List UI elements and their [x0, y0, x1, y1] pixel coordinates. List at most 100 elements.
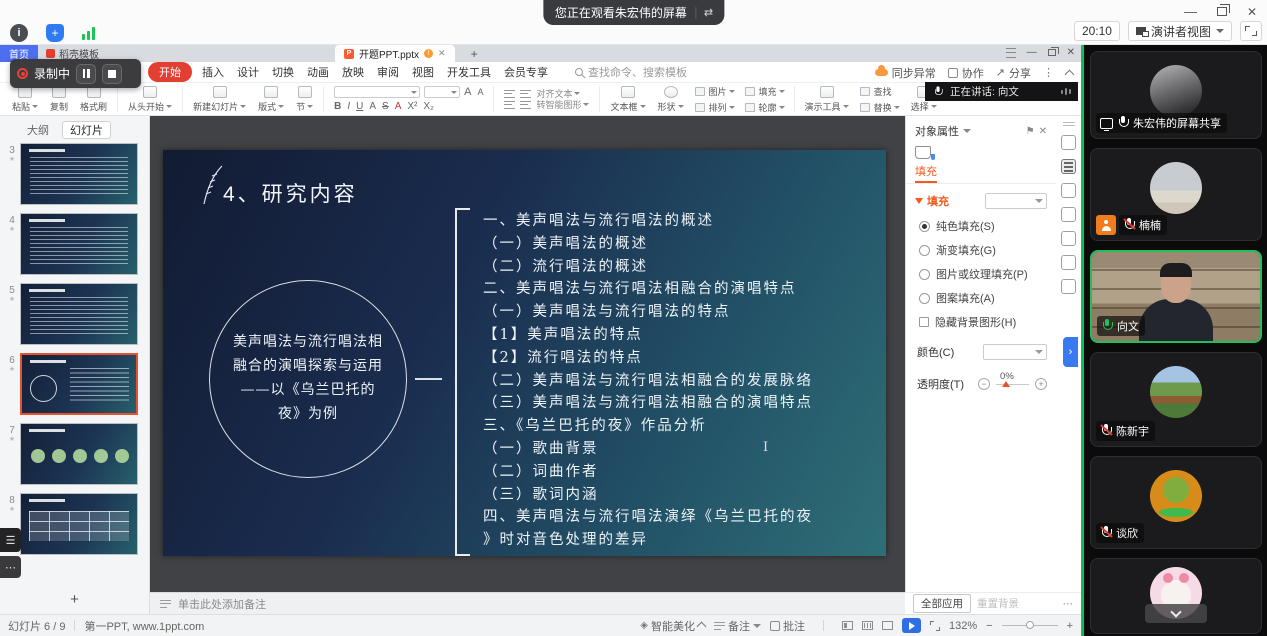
- slide-thumbnail-6-selected[interactable]: [20, 353, 138, 415]
- increase-font-icon[interactable]: A: [464, 86, 471, 98]
- find-button[interactable]: 查找: [860, 85, 900, 98]
- slide-circle-text[interactable]: 美声唱法与流行唱法相融合的演唱探索与运用——以《乌兰巴托的夜》为例: [209, 280, 407, 478]
- view-mode-dropdown[interactable]: 演讲者视图: [1128, 21, 1232, 41]
- hide-background-checkbox[interactable]: 隐藏背景图形(H): [919, 314, 1047, 330]
- ribbon-tab-animation[interactable]: 动画: [307, 64, 329, 80]
- zoom-knob[interactable]: [1026, 621, 1034, 629]
- strikethrough-button[interactable]: S: [382, 101, 389, 112]
- zoom-level[interactable]: 132%: [949, 620, 977, 632]
- collapse-ribbon-icon[interactable]: [1065, 69, 1075, 79]
- layout-tools-icon[interactable]: [1061, 255, 1076, 270]
- slideshow-play-button[interactable]: [902, 618, 921, 633]
- participant-tile[interactable]: 谈欣: [1090, 456, 1262, 549]
- format-painter-button[interactable]: 格式刷: [74, 86, 113, 113]
- copy-style-icon[interactable]: [1061, 207, 1076, 222]
- slide-thumbnail-5[interactable]: [20, 283, 138, 345]
- help-icon[interactable]: [1061, 279, 1076, 294]
- editor-canvas[interactable]: 4、研究内容 美声唱法与流行唱法相融合的演唱探索与运用——以《乌兰巴托的夜》为例…: [150, 116, 905, 592]
- option-picture-fill[interactable]: 图片或纹理填充(P): [919, 266, 1047, 282]
- collapsed-pen-button[interactable]: ⋯: [0, 556, 21, 578]
- notes-bar[interactable]: 单击此处添加备注: [150, 592, 905, 614]
- new-tab-button[interactable]: +: [471, 47, 478, 61]
- color-dropdown[interactable]: [983, 344, 1047, 360]
- play-from-start-button[interactable]: 从头开始: [122, 86, 178, 113]
- char-border-button[interactable]: A: [369, 101, 376, 112]
- animation-pane-icon[interactable]: [1061, 135, 1076, 150]
- slide-thumbnail-4[interactable]: [20, 213, 138, 275]
- ribbon-tab-member[interactable]: 会员专享: [504, 64, 548, 80]
- reset-background-button[interactable]: 重置背景: [977, 596, 1019, 611]
- smart-beautify-button[interactable]: ◈智能美化: [640, 618, 705, 634]
- object-properties-icon[interactable]: [1061, 159, 1076, 174]
- current-slide[interactable]: 4、研究内容 美声唱法与流行唱法相融合的演唱探索与运用——以《乌兰巴托的夜》为例…: [163, 150, 886, 556]
- option-solid-fill[interactable]: 纯色填充(S): [919, 218, 1047, 234]
- paste-button[interactable]: 粘贴: [6, 86, 44, 113]
- watching-banner[interactable]: 您正在观看朱宏伟的屏幕 ⇄: [543, 0, 724, 25]
- tab-slides[interactable]: 幻灯片: [62, 121, 111, 139]
- stop-recording-button[interactable]: [102, 64, 122, 84]
- font-size-dropdown[interactable]: [424, 86, 460, 98]
- slide-thumbnail-3[interactable]: [20, 143, 138, 205]
- collaborate-button[interactable]: 协作: [948, 65, 984, 81]
- ribbon-tab-slideshow[interactable]: 放映: [342, 64, 364, 80]
- zoom-slider[interactable]: [1002, 625, 1058, 626]
- superscript-button[interactable]: X²: [407, 101, 417, 112]
- slider-knob[interactable]: [1002, 381, 1010, 387]
- zoom-in-button[interactable]: +: [1067, 620, 1073, 632]
- ribbon-tab-home[interactable]: 开始: [148, 62, 192, 82]
- more-options-icon[interactable]: ⋮: [1043, 66, 1054, 79]
- slide-outline-text[interactable]: 一、美声唱法与流行唱法的概述 （一）美声唱法的概述 （二）流行唱法的概述 二、美…: [483, 210, 813, 552]
- bullets-icon[interactable]: [504, 101, 515, 109]
- close-panel-icon[interactable]: ✕: [1039, 126, 1047, 137]
- ribbon-tab-developer[interactable]: 开发工具: [447, 64, 491, 80]
- decrease-font-icon[interactable]: A: [477, 87, 483, 97]
- ribbon-tab-insert[interactable]: 插入: [202, 64, 224, 80]
- sorter-view-icon[interactable]: [862, 621, 873, 630]
- replace-button[interactable]: 替换: [860, 101, 900, 114]
- tab-outline[interactable]: 大纲: [20, 121, 56, 139]
- security-shield-icon[interactable]: +: [46, 24, 64, 42]
- shapes-button[interactable]: 形状: [652, 86, 690, 113]
- meeting-info-icon[interactable]: i: [10, 24, 28, 42]
- fill-button[interactable]: 填充: [745, 85, 785, 98]
- collapse-triangle-icon[interactable]: [915, 198, 923, 204]
- share-button[interactable]: ↗分享: [996, 65, 1031, 81]
- align-center-icon[interactable]: [520, 90, 531, 98]
- apply-all-button[interactable]: 全部应用: [913, 594, 971, 613]
- participant-tile[interactable]: 楠楠: [1090, 148, 1262, 241]
- reading-view-icon[interactable]: [882, 621, 893, 630]
- ribbon-tab-review[interactable]: 审阅: [377, 64, 399, 80]
- restore-button[interactable]: [1217, 7, 1227, 16]
- collapsed-toolbar-button[interactable]: ☰: [0, 528, 21, 552]
- add-slide-button[interactable]: +: [0, 591, 149, 608]
- collapse-list-button[interactable]: [1145, 604, 1207, 623]
- slide-thumbnail-8[interactable]: [20, 493, 138, 555]
- minimize-button[interactable]: —: [1184, 4, 1197, 19]
- panel-expander-button[interactable]: ›: [1063, 337, 1078, 367]
- fill-tab[interactable]: 填充: [915, 163, 937, 183]
- present-tools-button[interactable]: 演示工具: [799, 86, 855, 113]
- wps-minimize-button[interactable]: —: [1027, 47, 1037, 58]
- normal-view-icon[interactable]: [842, 621, 853, 630]
- outline-button[interactable]: 轮廓: [745, 101, 785, 114]
- font-name-dropdown[interactable]: [334, 86, 420, 98]
- ribbon-tab-design[interactable]: 设计: [237, 64, 259, 80]
- ribbon-tab-view[interactable]: 视图: [412, 64, 434, 80]
- fill-style-dropdown[interactable]: [985, 193, 1047, 209]
- tab-document[interactable]: P 开题PPT.pptx ! ✕: [335, 45, 455, 62]
- chevron-down-icon[interactable]: [963, 129, 971, 133]
- font-color-button[interactable]: A: [395, 101, 402, 112]
- close-button[interactable]: ✕: [1247, 5, 1257, 19]
- numbering-icon[interactable]: [520, 101, 531, 109]
- switch-view-icon[interactable]: ⇄: [704, 6, 712, 19]
- ribbon-tab-transition[interactable]: 切换: [272, 64, 294, 80]
- subscript-button[interactable]: X₂: [423, 101, 434, 112]
- window-layout-icon[interactable]: [1006, 48, 1016, 58]
- transparency-minus-button[interactable]: −: [978, 378, 990, 390]
- command-search[interactable]: 查找命令、搜索模板: [575, 64, 687, 80]
- underline-button[interactable]: U: [356, 101, 363, 112]
- notes-toggle-button[interactable]: 备注: [714, 618, 761, 634]
- new-slide-button[interactable]: 新建幻灯片: [187, 86, 252, 113]
- pin-icon[interactable]: ⚑: [1026, 126, 1035, 137]
- pause-recording-button[interactable]: [76, 64, 96, 84]
